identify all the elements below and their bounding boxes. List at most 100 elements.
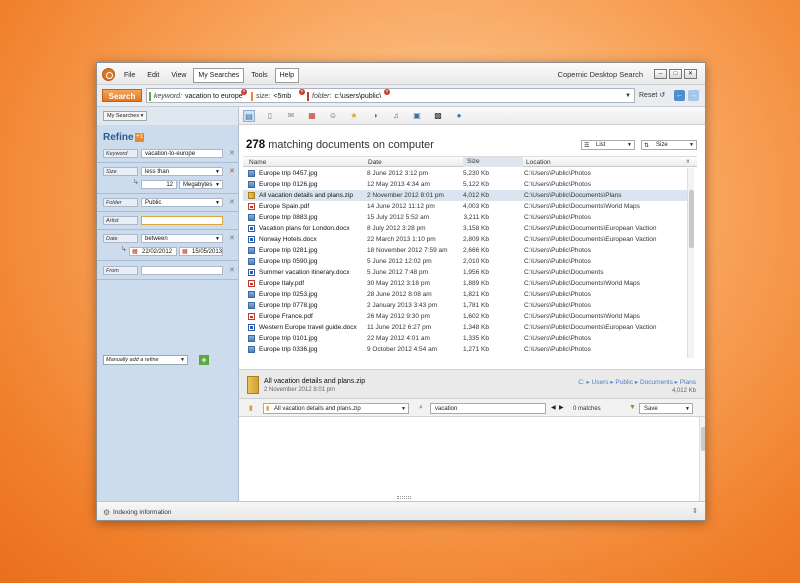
sort-select[interactable]: ⇅ Size ▼ <box>641 140 697 150</box>
query-chip-size[interactable]: size: <5mb × <box>251 89 305 101</box>
find-next-icon[interactable]: ▶ <box>559 404 564 411</box>
menu-tools[interactable]: Tools <box>246 68 272 83</box>
result-row[interactable]: Summer vacation itinerary.docx 5 June 201… <box>243 267 687 278</box>
preview-viewer[interactable] <box>239 417 699 501</box>
column-date[interactable]: Date <box>368 159 382 166</box>
menu-file[interactable]: File <box>119 68 140 83</box>
result-row[interactable]: Europe trip 0883.jpg 15 July 2012 5:52 am… <box>243 212 687 223</box>
menu-help[interactable]: Help <box>274 68 299 83</box>
maximize-button[interactable]: □ <box>669 69 682 79</box>
column-size[interactable]: Size <box>463 157 523 167</box>
all-icon[interactable]: ▤ <box>243 110 255 122</box>
result-row[interactable]: Europe trip 0457.jpg 8 June 2012 3:12 pm 5… <box>243 168 687 179</box>
save-select[interactable]: Save ▼ <box>639 403 693 414</box>
refine-date-to-input[interactable]: ▦ 15/05/2013 <box>179 247 223 256</box>
history-icon[interactable]: ◑ <box>369 110 381 122</box>
result-row[interactable]: Europe Spain.pdf 14 June 2012 11:12 pm 4,0… <box>243 201 687 212</box>
result-row[interactable]: Western Europe travel guide.docx 11 June … <box>243 322 687 333</box>
preview-find-input[interactable]: vacation <box>430 403 546 414</box>
result-location: C:\Users\Public\Photos <box>524 170 591 177</box>
result-location: C:\Users\Public\Photos <box>524 214 591 221</box>
query-chip-folder[interactable]: folder: c:\users\public\ × <box>307 89 390 101</box>
folder-value: Public <box>145 200 162 206</box>
documents-icon[interactable]: ▯ <box>264 110 276 122</box>
result-row[interactable]: Europe trip 0126.jpg 12 May 2013 4:34 am 5… <box>243 179 687 190</box>
add-refine-select[interactable]: Manually add a refine ▼ <box>103 355 188 365</box>
refine-add-badge[interactable]: +1 <box>135 133 144 142</box>
result-row[interactable]: Europe France.pdf 26 May 2012 9:30 pm 1,60… <box>243 311 687 322</box>
web-icon[interactable]: ● <box>453 110 465 122</box>
pictures-icon[interactable]: ▣ <box>411 110 423 122</box>
column-location[interactable]: Location <box>526 159 551 166</box>
result-row[interactable]: All vacation details and plans.zip 2 Nove… <box>243 190 687 201</box>
result-row[interactable]: Europe trip 0336.jpg 9 October 2012 4:54 … <box>243 344 687 355</box>
back-arrow-icon[interactable]: ← <box>674 90 685 101</box>
search-query-input[interactable]: keyword: vacation to europe × size: <5mb ×… <box>146 88 635 103</box>
remove-refine-icon[interactable]: ✕ <box>229 234 235 242</box>
my-searches-dropdown[interactable]: My Searches ▾ <box>103 111 148 121</box>
remove-chip-icon[interactable]: × <box>384 89 390 95</box>
forward-arrow-icon[interactable]: → <box>688 90 699 101</box>
refine-artist-input[interactable] <box>141 216 223 225</box>
result-name: Norway Hotels.docx <box>259 236 317 243</box>
result-location: C:\Users\Public\Photos <box>524 291 591 298</box>
result-row[interactable]: Europe trip 0778.jpg 2 January 2013 3:43 … <box>243 300 687 311</box>
refine-size-operator-select[interactable]: less than ▼ <box>141 167 223 176</box>
status-text[interactable]: Indexing information <box>113 509 172 516</box>
result-row[interactable]: Norway Hotels.docx 22 March 2013 1:10 pm 2… <box>243 234 687 245</box>
scrollbar-thumb[interactable] <box>701 427 705 451</box>
query-history-dropdown-icon[interactable]: ▼ <box>625 93 631 99</box>
find-previous-icon[interactable]: ◀ <box>551 404 556 411</box>
add-refine-plus-icon[interactable]: + <box>199 355 209 365</box>
result-date: 12 May 2013 4:34 am <box>367 181 430 188</box>
menu-my-searches[interactable]: My Searches <box>193 68 245 83</box>
results-scrollbar[interactable] <box>687 168 694 358</box>
result-size: 2,010 Kb <box>462 258 489 265</box>
calendar-icon[interactable]: ▦ <box>306 110 318 122</box>
copernic-logo-icon[interactable] <box>102 68 115 81</box>
splitter-grip[interactable] <box>397 496 411 499</box>
view-mode-select[interactable]: ☰ List ▼ <box>581 140 635 150</box>
scrollbar-thumb[interactable] <box>689 190 694 248</box>
refine-folder-select[interactable]: Public ▼ <box>141 198 223 207</box>
favorites-icon[interactable]: ★ <box>348 110 360 122</box>
result-row[interactable]: Europe trip 0281.jpg 18 November 2012 7:5… <box>243 245 687 256</box>
videos-icon[interactable]: ▩ <box>432 110 444 122</box>
menu-edit[interactable]: Edit <box>142 68 164 83</box>
music-icon[interactable]: ♫ <box>390 110 402 122</box>
expand-status-icon[interactable]: ⇕ <box>692 507 698 515</box>
refine-from-input[interactable] <box>141 266 223 275</box>
contacts-icon[interactable]: ☺ <box>327 110 339 122</box>
remove-refine-icon[interactable]: ✕ <box>229 266 235 274</box>
remove-refine-icon[interactable]: ✕ <box>229 167 235 175</box>
result-row[interactable]: Europe trip 0253.jpg 28 June 2012 8:08 am… <box>243 289 687 300</box>
remove-refine-icon[interactable]: ✕ <box>229 198 235 206</box>
refine-size-unit-select[interactable]: Megabytes ▼ <box>179 180 223 189</box>
refine-date-from-input[interactable]: ▦ 22/02/2012 <box>129 247 177 256</box>
preview-scrollbar[interactable] <box>699 417 705 501</box>
result-row[interactable]: Vacation plans for London.docx 8 July 201… <box>243 223 687 234</box>
result-location: C:\Users\Public\Documents\World Maps <box>524 280 640 287</box>
remove-chip-icon[interactable]: × <box>299 89 305 95</box>
refine-keyword-input[interactable]: vacation-to-europe <box>141 149 223 158</box>
chip-value: c:\users\public\ <box>334 93 382 100</box>
query-chip-keyword[interactable]: keyword: vacation to europe × <box>149 89 247 101</box>
search-button[interactable]: Search <box>102 89 142 102</box>
preview-file-select[interactable]: ▮ All vacation details and plans.zip ▼ <box>263 403 409 414</box>
column-chooser-icon[interactable]: ⏸ <box>686 158 690 166</box>
remove-chip-icon[interactable]: × <box>241 89 247 95</box>
menu-view[interactable]: View <box>166 68 191 83</box>
result-row[interactable]: Europe trip 0590.jpg 5 June 2012 12:02 pm… <box>243 256 687 267</box>
close-button[interactable]: ✕ <box>684 69 697 79</box>
preview-breadcrumb[interactable]: C: ▸ Users ▸ Public ▸ Documents ▸ Plans <box>578 378 696 386</box>
result-row[interactable]: Europe trip 0101.jpg 22 May 2012 4:01 am 1… <box>243 333 687 344</box>
column-name[interactable]: Name <box>249 159 266 166</box>
result-row[interactable]: Europe Italy.pdf 30 May 2012 3:18 pm 1,889… <box>243 278 687 289</box>
remove-refine-icon[interactable]: ✕ <box>229 149 235 157</box>
emails-icon[interactable]: ✉ <box>285 110 297 122</box>
reset-button[interactable]: Reset ↺ <box>639 91 665 99</box>
minimize-button[interactable]: – <box>654 69 667 79</box>
refine-date-operator-select[interactable]: between ▼ <box>141 234 223 243</box>
indexing-gear-icon[interactable]: ⚙ <box>103 508 110 517</box>
refine-size-amount-input[interactable]: 12 <box>141 180 177 189</box>
